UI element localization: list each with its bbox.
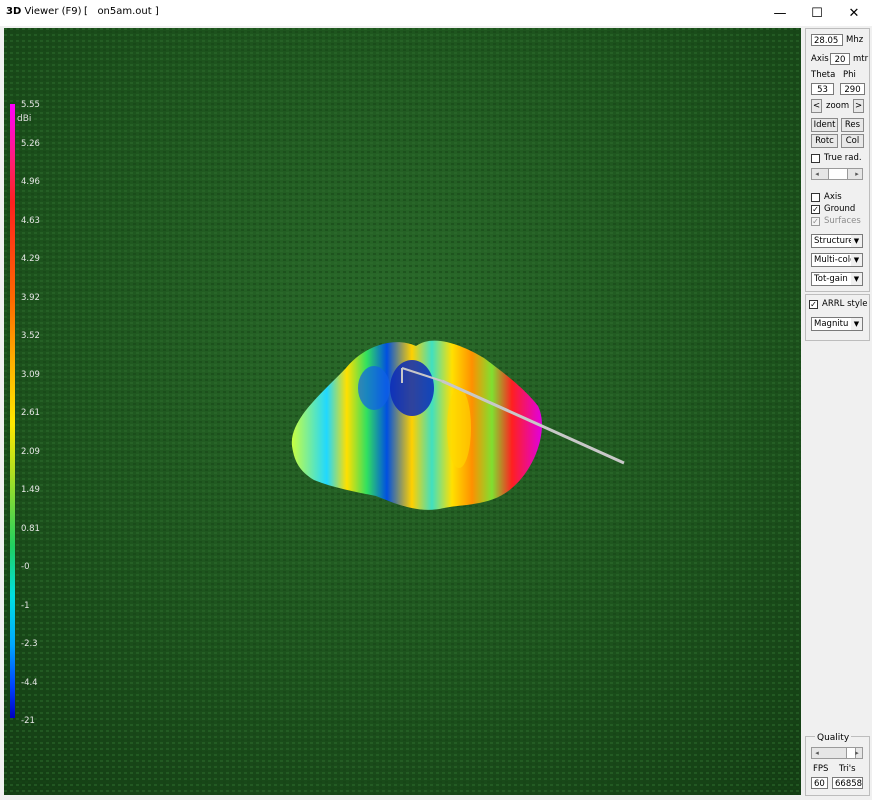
- legend-label: 4.96: [21, 177, 40, 187]
- quality-panel: Quality ◂ ▸ FPS Tri's 60 66858: [805, 733, 870, 796]
- ground-checkbox[interactable]: ✓: [811, 205, 820, 214]
- legend-label: 5.26: [21, 138, 40, 149]
- slider-right-arrow-icon[interactable]: ▸: [852, 169, 862, 179]
- color-scale-bar: [10, 104, 15, 718]
- axis-check-label: Axis: [824, 192, 842, 202]
- structure-select[interactable]: Structure ▼: [811, 234, 863, 248]
- control-panel: 28.05 Mhz Axis 20 mtr Theta Phi 53 290 <…: [805, 28, 870, 292]
- phi-field[interactable]: 290: [840, 83, 865, 95]
- quality-left-arrow-icon[interactable]: ◂: [812, 748, 822, 758]
- title-bar: 3D Viewer (F9) [ on5am.out ] — ☐ ✕: [0, 0, 872, 26]
- legend-label: 1.49: [21, 485, 40, 495]
- surfaces-label: Surfaces: [824, 216, 861, 226]
- color-mode-select-value: Multi-colo: [814, 255, 856, 265]
- theta-label: Theta: [811, 70, 836, 80]
- legend-label: 5.55: [21, 100, 40, 110]
- color-mode-select[interactable]: Multi-colo ▼: [811, 253, 863, 267]
- window-title: 3D Viewer (F9): [6, 6, 82, 17]
- arrl-style-label: ARRL style: [822, 299, 868, 309]
- tris-value: 66858: [832, 777, 863, 789]
- quality-slider[interactable]: ◂ ▸: [811, 747, 863, 759]
- axis-unit: mtr: [853, 54, 869, 64]
- legend-label: -2.3: [21, 639, 38, 649]
- magnitude-select-value: Magnitu: [814, 319, 849, 329]
- arrl-panel: ✓ ARRL style Magnitu ▼: [805, 294, 870, 341]
- frequency-field[interactable]: 28.05: [811, 34, 843, 46]
- tris-label: Tri's: [839, 764, 856, 774]
- maximize-button[interactable]: ☐: [799, 0, 835, 26]
- phi-label: Phi: [843, 70, 856, 80]
- structure-select-value: Structure: [814, 236, 854, 246]
- slider-left-arrow-icon[interactable]: ◂: [812, 169, 822, 179]
- chevron-down-icon: ▼: [851, 254, 862, 266]
- legend-label: 4.63: [21, 215, 40, 226]
- true-rad-label: True rad.: [824, 153, 862, 163]
- true-rad-slider[interactable]: ◂ ▸: [811, 168, 863, 180]
- fps-label: FPS: [813, 764, 829, 774]
- magnitude-select[interactable]: Magnitu ▼: [811, 317, 863, 331]
- slider-thumb[interactable]: [828, 169, 848, 179]
- zoom-label: zoom: [826, 101, 850, 111]
- 3d-viewport[interactable]: dBi 5.55 5.26 4.96 4.63 4.29 3.92 3.52 3.09 2.61…: [4, 28, 801, 795]
- legend-label: 2.09: [21, 446, 40, 457]
- legend-label: 0.81: [21, 523, 40, 534]
- 3d-scene: [4, 28, 801, 795]
- legend-label: 3.92: [21, 292, 40, 303]
- legend-label: -1: [21, 600, 30, 611]
- col-button[interactable]: Col: [841, 134, 864, 148]
- chevron-down-icon: ▼: [851, 318, 862, 330]
- axis-checkbox[interactable]: [811, 193, 820, 202]
- arrl-style-checkbox[interactable]: ✓: [809, 300, 818, 309]
- res-button[interactable]: Res: [841, 118, 864, 132]
- gain-select-value: Tot-gain: [814, 274, 848, 284]
- zoom-out-button[interactable]: <: [811, 99, 822, 113]
- gain-select[interactable]: Tot-gain ▼: [811, 272, 863, 286]
- legend-label: -4.4: [21, 677, 38, 688]
- theta-field[interactable]: 53: [811, 83, 834, 95]
- legend-label: -21: [21, 716, 35, 726]
- legend-label: -0: [21, 562, 30, 572]
- legend-label: 2.61: [21, 408, 40, 418]
- chevron-down-icon: ▼: [851, 273, 862, 285]
- minimize-button[interactable]: —: [762, 0, 798, 26]
- fps-value: 60: [811, 777, 828, 789]
- rotc-button[interactable]: Rotc: [811, 134, 838, 148]
- title-file: [ on5am.out ]: [84, 6, 159, 17]
- legend-label: 3.52: [21, 331, 40, 341]
- title-text: Viewer (F9): [24, 6, 82, 17]
- ident-button[interactable]: Ident: [811, 118, 838, 132]
- true-rad-checkbox[interactable]: [811, 154, 820, 163]
- ground-label: Ground: [824, 204, 856, 214]
- surfaces-checkbox: ✓: [811, 217, 820, 226]
- legend-label: 4.29: [21, 254, 40, 264]
- close-button[interactable]: ✕: [836, 0, 872, 26]
- legend-unit: dBi: [17, 114, 32, 124]
- legend-label: 3.09: [21, 369, 40, 380]
- zoom-in-button[interactable]: >: [853, 99, 864, 113]
- quality-right-arrow-icon[interactable]: ▸: [852, 748, 862, 758]
- axis-label: Axis: [811, 54, 829, 64]
- axis-field[interactable]: 20: [830, 53, 850, 65]
- chevron-down-icon: ▼: [851, 235, 862, 247]
- title-3d-prefix: 3D: [6, 6, 22, 17]
- quality-title: Quality: [815, 733, 852, 743]
- frequency-unit: Mhz: [846, 35, 864, 45]
